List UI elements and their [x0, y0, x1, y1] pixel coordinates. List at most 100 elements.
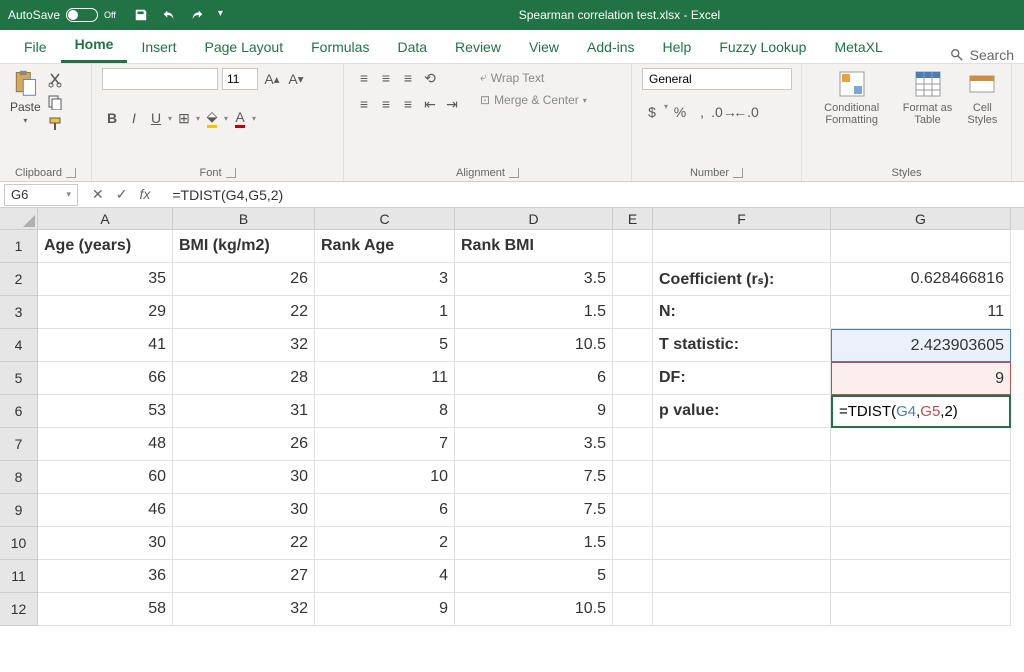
percent-format-icon[interactable]: %: [670, 102, 690, 122]
cell[interactable]: [613, 230, 653, 263]
cell[interactable]: [613, 296, 653, 329]
cell[interactable]: [613, 494, 653, 527]
cell[interactable]: 5: [455, 560, 613, 593]
col-header[interactable]: G: [831, 208, 1011, 230]
align-right-icon[interactable]: ≡: [398, 94, 418, 114]
cell[interactable]: 46: [38, 494, 173, 527]
col-header[interactable]: E: [613, 208, 653, 230]
cell[interactable]: 8: [315, 395, 455, 428]
cell[interactable]: [653, 560, 831, 593]
tab-formulas[interactable]: Formulas: [297, 31, 383, 63]
tab-insert[interactable]: Insert: [127, 31, 190, 63]
cell[interactable]: DF:: [653, 362, 831, 395]
spreadsheet-grid[interactable]: A B C D E F G 1 Age (years) BMI (kg/m2) …: [0, 208, 1024, 626]
cell[interactable]: 30: [173, 494, 315, 527]
fx-icon[interactable]: fx: [139, 186, 150, 203]
align-center-icon[interactable]: ≡: [376, 94, 396, 114]
underline-button[interactable]: U: [146, 108, 166, 128]
clipboard-launcher[interactable]: [66, 168, 76, 178]
row-header[interactable]: 6: [0, 395, 38, 428]
cell[interactable]: 2: [315, 527, 455, 560]
cell[interactable]: [653, 593, 831, 626]
tab-data[interactable]: Data: [383, 31, 441, 63]
cell[interactable]: T statistic:: [653, 329, 831, 362]
cell[interactable]: [831, 494, 1011, 527]
cell[interactable]: 7: [315, 428, 455, 461]
col-header[interactable]: A: [38, 208, 173, 230]
row-header[interactable]: 5: [0, 362, 38, 395]
row-header[interactable]: 11: [0, 560, 38, 593]
formula-input[interactable]: =TDIST(G4,G5,2): [164, 187, 1024, 203]
align-left-icon[interactable]: ≡: [354, 94, 374, 114]
conditional-formatting-button[interactable]: Conditional Formatting: [812, 68, 891, 126]
cell[interactable]: Coefficient (rₛ):: [653, 263, 831, 296]
cell[interactable]: 3.5: [455, 263, 613, 296]
select-all-button[interactable]: [0, 208, 38, 230]
align-launcher[interactable]: [509, 168, 519, 178]
cell[interactable]: [653, 494, 831, 527]
cell[interactable]: 30: [38, 527, 173, 560]
cell[interactable]: 1.5: [455, 527, 613, 560]
decrease-indent-icon[interactable]: ⇤: [420, 94, 440, 114]
cell[interactable]: 3: [315, 263, 455, 296]
cell[interactable]: 1.5: [455, 296, 613, 329]
row-header[interactable]: 1: [0, 230, 38, 263]
tab-page-layout[interactable]: Page Layout: [190, 31, 297, 63]
cell[interactable]: N:: [653, 296, 831, 329]
row-header[interactable]: 4: [0, 329, 38, 362]
cell[interactable]: p value:: [653, 395, 831, 428]
cell[interactable]: 26: [173, 263, 315, 296]
cell[interactable]: 60: [38, 461, 173, 494]
italic-button[interactable]: I: [124, 108, 144, 128]
align-bottom-icon[interactable]: ≡: [398, 68, 418, 88]
fill-color-button[interactable]: ⬙: [202, 108, 222, 128]
row-header[interactable]: 3: [0, 296, 38, 329]
cell[interactable]: 31: [173, 395, 315, 428]
cell[interactable]: 32: [173, 593, 315, 626]
number-format-select[interactable]: [642, 68, 792, 90]
font-name-select[interactable]: [102, 68, 218, 90]
cell[interactable]: 22: [173, 296, 315, 329]
save-icon[interactable]: [134, 8, 148, 22]
cell[interactable]: 41: [38, 329, 173, 362]
row-header[interactable]: 12: [0, 593, 38, 626]
cell[interactable]: 7.5: [455, 461, 613, 494]
cell[interactable]: [831, 461, 1011, 494]
cell[interactable]: 10: [315, 461, 455, 494]
comma-format-icon[interactable]: ,: [692, 102, 712, 122]
cell[interactable]: Rank Age: [315, 230, 455, 263]
cell[interactable]: 11: [315, 362, 455, 395]
cell[interactable]: 36: [38, 560, 173, 593]
borders-button[interactable]: ⊞: [174, 108, 194, 128]
copy-icon[interactable]: [47, 94, 63, 110]
col-header[interactable]: D: [455, 208, 613, 230]
row-header[interactable]: 2: [0, 263, 38, 296]
cell[interactable]: [613, 461, 653, 494]
align-top-icon[interactable]: ≡: [354, 68, 374, 88]
increase-indent-icon[interactable]: ⇥: [442, 94, 462, 114]
cell[interactable]: [653, 428, 831, 461]
cell[interactable]: [613, 395, 653, 428]
cell[interactable]: 4: [315, 560, 455, 593]
decrease-font-icon[interactable]: A▾: [286, 69, 306, 89]
cell[interactable]: [613, 560, 653, 593]
tab-metaxl[interactable]: MetaXL: [820, 31, 896, 63]
cell[interactable]: 66: [38, 362, 173, 395]
cell[interactable]: 22: [173, 527, 315, 560]
cell[interactable]: 30: [173, 461, 315, 494]
search-button[interactable]: Search: [950, 47, 1014, 63]
autosave-toggle[interactable]: AutoSave Off: [8, 8, 116, 22]
cancel-formula-icon[interactable]: ✕: [92, 186, 104, 203]
cell-ref-g5[interactable]: 9: [831, 362, 1011, 395]
decrease-decimal-icon[interactable]: ←.0: [736, 102, 756, 122]
orientation-icon[interactable]: ⟲: [420, 68, 440, 88]
col-header[interactable]: C: [315, 208, 455, 230]
cell[interactable]: 3.5: [455, 428, 613, 461]
row-header[interactable]: 9: [0, 494, 38, 527]
cell[interactable]: 5: [315, 329, 455, 362]
cell[interactable]: [613, 329, 653, 362]
cell-ref-g4[interactable]: 2.423903605: [831, 329, 1011, 362]
cell[interactable]: 1: [315, 296, 455, 329]
font-size-select[interactable]: [222, 68, 258, 90]
number-launcher[interactable]: [733, 168, 743, 178]
